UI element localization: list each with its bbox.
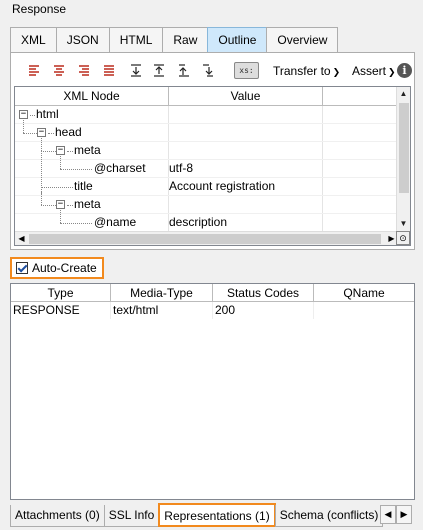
- tree-row[interactable]: @charset utf-8: [15, 151, 398, 196]
- move-down-icon[interactable]: [201, 63, 217, 79]
- tree-node-label: @name: [94, 215, 137, 229]
- move-up-icon[interactable]: [177, 63, 193, 79]
- tree-connector: [23, 120, 24, 133]
- tree-row[interactable]: − html: [15, 106, 398, 124]
- vertical-scrollbar[interactable]: ▲ ▼: [396, 87, 410, 231]
- tab-ssl-info[interactable]: SSL Info: [103, 505, 160, 527]
- tree-connector: [41, 205, 56, 206]
- tree-node-label: @charset: [94, 161, 146, 175]
- column-header-empty: [323, 87, 398, 105]
- tab-representations[interactable]: Representations (1): [158, 503, 276, 527]
- tab-outline[interactable]: Outline: [207, 27, 268, 53]
- tree-node-label: head: [55, 125, 82, 139]
- tab-schema-conflicts[interactable]: Schema (conflicts): [274, 505, 384, 527]
- column-header-type[interactable]: Type: [11, 284, 111, 301]
- outline-rows: − html − head − meta @charset utf-8 titl…: [15, 106, 398, 232]
- align-right-icon[interactable]: [77, 63, 93, 79]
- collapse-toggle-icon[interactable]: −: [56, 146, 65, 155]
- outline-table-header: XML Node Value: [15, 87, 398, 106]
- outline-panel: xs: Transfer to ❯ Assert ❯ i XML Node Valu…: [10, 52, 415, 250]
- column-header-xml-node[interactable]: XML Node: [15, 87, 169, 105]
- collapse-toggle-icon[interactable]: −: [56, 200, 65, 209]
- checkbox-checked-icon[interactable]: [16, 262, 28, 274]
- scroll-thumb[interactable]: [29, 234, 381, 244]
- tree-connector: [60, 223, 92, 224]
- tree-row[interactable]: title Account registration: [15, 178, 398, 196]
- tree-row[interactable]: − head: [15, 120, 398, 142]
- assert-label: Assert: [352, 64, 387, 78]
- collapse-toggle-icon[interactable]: −: [37, 128, 46, 137]
- tab-json[interactable]: JSON: [55, 27, 110, 53]
- auto-create-checkbox[interactable]: Auto-Create: [10, 257, 104, 279]
- align-center-icon[interactable]: [52, 63, 68, 79]
- expand-all-icon[interactable]: [152, 63, 168, 79]
- tree-row[interactable]: − meta: [15, 138, 398, 160]
- info-icon[interactable]: i: [397, 63, 412, 78]
- tree-row[interactable]: − meta: [15, 192, 398, 214]
- tree-node-value: utf-8: [169, 161, 194, 175]
- tree-connector: [60, 169, 92, 170]
- column-header-value[interactable]: Value: [169, 87, 323, 105]
- cell-type: RESPONSE: [11, 302, 111, 319]
- tree-node-label: html: [36, 107, 59, 121]
- tree-node-label: title: [74, 179, 93, 193]
- table-row[interactable]: RESPONSE text/html 200: [11, 302, 414, 319]
- assert-dropdown[interactable]: Assert ❯: [352, 64, 396, 78]
- tab-html[interactable]: HTML: [108, 27, 164, 53]
- tree-node-label: meta: [74, 143, 101, 157]
- scroll-thumb[interactable]: [399, 103, 409, 193]
- tree-connector: [30, 115, 35, 116]
- cell-status-codes: 200: [213, 302, 314, 319]
- tree-connector: [67, 151, 73, 152]
- collapse-all-icon[interactable]: [129, 63, 145, 79]
- zoom-corner-icon[interactable]: ⊙: [396, 231, 410, 245]
- transfer-to-dropdown[interactable]: Transfer to ❯: [273, 64, 340, 78]
- tree-connector: [41, 192, 42, 205]
- auto-create-label: Auto-Create: [32, 261, 97, 275]
- outline-toolbar: xs: Transfer to ❯ Assert ❯ i: [21, 62, 412, 81]
- cell-media-type: text/html: [111, 302, 213, 319]
- representations-table[interactable]: Type Media-Type Status Codes QName RESPO…: [10, 283, 415, 500]
- transfer-to-label: Transfer to: [273, 64, 331, 78]
- tree-connector: [67, 205, 73, 206]
- column-header-status-codes[interactable]: Status Codes: [213, 284, 314, 301]
- panel-title: Response: [12, 2, 67, 16]
- bottom-tabs: Attachments (0) SSL Info Representations…: [10, 503, 384, 527]
- tree-row[interactable]: @name description: [15, 210, 398, 232]
- tab-overview[interactable]: Overview: [266, 27, 339, 53]
- tree-connector: [41, 187, 73, 188]
- tree-connector: [48, 133, 54, 134]
- scroll-down-arrow-icon[interactable]: ▼: [397, 217, 410, 231]
- tree-connector: [41, 151, 56, 152]
- scroll-up-arrow-icon[interactable]: ▲: [397, 87, 410, 101]
- tab-xml[interactable]: XML: [10, 27, 57, 53]
- column-header-qname[interactable]: QName: [314, 284, 414, 301]
- align-justify-icon[interactable]: [102, 63, 118, 79]
- chevron-down-icon: ❯: [332, 67, 341, 77]
- tab-scroll-right-icon[interactable]: ▶: [396, 505, 412, 524]
- tree-connector: [23, 133, 37, 134]
- column-header-media-type[interactable]: Media-Type: [111, 284, 213, 301]
- tab-scroll-left-icon[interactable]: ◀: [380, 505, 396, 524]
- scroll-left-arrow-icon[interactable]: ◀: [15, 232, 28, 245]
- horizontal-scrollbar[interactable]: ◀ ▶: [15, 231, 398, 245]
- collapse-toggle-icon[interactable]: −: [19, 110, 28, 119]
- chevron-down-icon: ❯: [388, 67, 396, 77]
- representations-table-header: Type Media-Type Status Codes QName: [11, 284, 414, 302]
- tab-raw[interactable]: Raw: [162, 27, 209, 53]
- align-left-icon[interactable]: [27, 63, 43, 79]
- outline-tree-table[interactable]: XML Node Value − html − head − meta @cha…: [14, 86, 411, 246]
- tree-node-value: Account registration: [169, 179, 276, 193]
- tree-connector: [60, 156, 61, 169]
- xsd-schema-button[interactable]: xs:: [234, 62, 259, 79]
- tree-connector: [41, 138, 42, 151]
- tab-attachments[interactable]: Attachments (0): [10, 505, 105, 527]
- cell-qname: [314, 302, 414, 319]
- tree-connector: [60, 210, 61, 223]
- tree-node-label: meta: [74, 197, 101, 211]
- tree-node-value: description: [169, 215, 228, 229]
- format-tabs: XML JSON HTML Raw Outline Overview: [10, 27, 339, 53]
